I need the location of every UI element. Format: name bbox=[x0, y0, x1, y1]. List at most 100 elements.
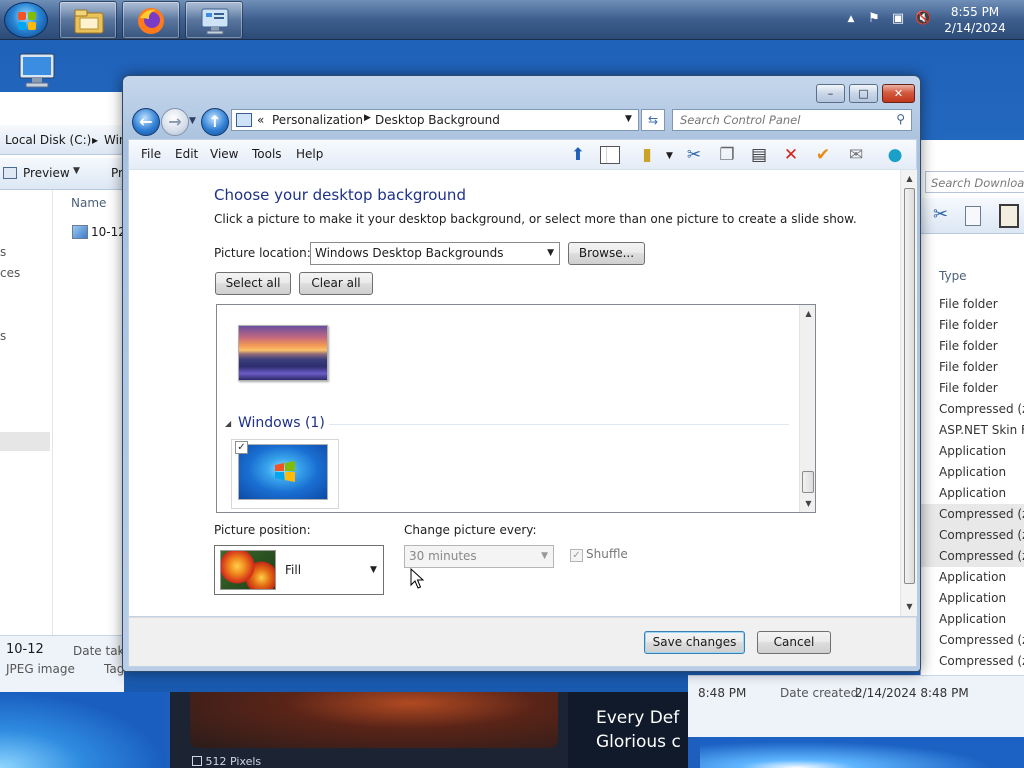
minimize-button[interactable]: – bbox=[816, 84, 845, 103]
type-cell[interactable]: ASP.NET Skin Fil bbox=[921, 420, 1024, 441]
menu-edit[interactable]: Edit bbox=[175, 147, 198, 161]
column-type-header[interactable]: Type bbox=[939, 269, 967, 283]
show-hidden-icons-arrow[interactable]: ▲ bbox=[844, 12, 858, 26]
preview-button[interactable]: Preview bbox=[23, 166, 70, 180]
shuffle-checkbox[interactable]: ✓ bbox=[570, 549, 583, 562]
computer-desktop-icon[interactable] bbox=[14, 50, 62, 92]
paste-icon[interactable]: ▤ bbox=[747, 144, 771, 166]
type-cell[interactable]: Compressed (zip bbox=[921, 525, 1024, 546]
up-button[interactable]: ↑ bbox=[201, 108, 229, 136]
close-button[interactable]: ✕ bbox=[882, 84, 915, 103]
new-folder-icon[interactable]: ▮ bbox=[635, 144, 659, 166]
check-icon[interactable]: ✔ bbox=[811, 144, 835, 166]
change-picture-interval-dropdown[interactable]: 30 minutes ▼ bbox=[404, 545, 554, 568]
taskbar-explorer-button[interactable] bbox=[59, 1, 117, 39]
copy-icon[interactable] bbox=[965, 206, 981, 226]
type-cell[interactable]: File folder bbox=[921, 378, 1024, 399]
paste-icon[interactable] bbox=[999, 204, 1019, 228]
volume-muted-icon[interactable]: 🔇 bbox=[915, 12, 931, 26]
page-scrollbar[interactable]: ▲ ▼ bbox=[900, 170, 917, 616]
clear-all-button[interactable]: Clear all bbox=[299, 272, 373, 295]
scroll-up-icon[interactable]: ▲ bbox=[800, 305, 815, 322]
type-cell[interactable]: File folder bbox=[921, 315, 1024, 336]
group-windows-header[interactable]: Windows (1) bbox=[238, 415, 325, 431]
address-dropdown-icon[interactable]: ▼ bbox=[625, 114, 632, 124]
network-icon[interactable]: ▣ bbox=[891, 12, 905, 26]
pane-icon[interactable] bbox=[598, 144, 622, 166]
type-cell[interactable]: Application bbox=[921, 441, 1024, 462]
breadcrumb-desktop-background[interactable]: Desktop Background bbox=[375, 113, 500, 127]
cut-icon[interactable]: ✂ bbox=[933, 204, 948, 225]
picture-list-scrollbar[interactable]: ▲ ▼ bbox=[799, 305, 815, 512]
windows-picture-checkbox[interactable]: ✓ bbox=[235, 441, 248, 454]
cut-icon[interactable]: ✂ bbox=[682, 144, 706, 166]
recent-pages-chevron-icon[interactable]: ▼ bbox=[189, 116, 196, 126]
type-cell[interactable]: Application bbox=[921, 588, 1024, 609]
menu-tools[interactable]: Tools bbox=[252, 147, 282, 161]
copy-icon[interactable]: ❐ bbox=[715, 144, 739, 166]
refresh-button[interactable]: ⇆ bbox=[641, 109, 665, 131]
search-icon[interactable]: ⚲ bbox=[896, 112, 905, 126]
menu-view[interactable]: View bbox=[210, 147, 238, 161]
downloads-search-box[interactable]: Search Downloads bbox=[925, 171, 1024, 193]
type-cell[interactable]: Application bbox=[921, 483, 1024, 504]
page-scroll-thumb[interactable] bbox=[904, 188, 915, 584]
maximize-button[interactable]: □ bbox=[849, 84, 878, 103]
search-control-panel-box[interactable]: ⚲ bbox=[672, 109, 912, 131]
picture-location-dropdown[interactable]: Windows Desktop Backgrounds ▼ bbox=[310, 242, 560, 265]
browse-button[interactable]: Browse... bbox=[568, 242, 645, 265]
breadcrumb-local-disk[interactable]: Local Disk (C:) bbox=[5, 133, 91, 147]
scroll-down-icon[interactable]: ▼ bbox=[800, 495, 815, 512]
type-cell[interactable]: Application bbox=[921, 609, 1024, 630]
nav-fragment-3[interactable]: s bbox=[0, 329, 6, 343]
save-changes-button[interactable]: Save changes bbox=[644, 631, 745, 654]
column-name-header[interactable]: Name bbox=[71, 196, 106, 210]
sunset-lake-thumbnail[interactable] bbox=[238, 325, 328, 381]
address-overflow-icon[interactable]: « bbox=[257, 113, 264, 127]
address-bar[interactable]: « Personalization ▶ Desktop Background ▼ bbox=[231, 109, 639, 131]
type-cell[interactable]: Compressed (zip bbox=[921, 630, 1024, 651]
menu-bar: File Edit View Tools Help ⬆ ▮ ▼ ✂ ❐ ▤ ✕ … bbox=[128, 139, 917, 169]
picture-list[interactable]: ◢ Windows (1) ✓ ▲ ▼ bbox=[216, 304, 816, 513]
menu-help[interactable]: Help bbox=[296, 147, 323, 161]
forward-button[interactable]: → bbox=[161, 108, 189, 136]
search-input[interactable] bbox=[673, 110, 883, 130]
type-cell[interactable]: File folder bbox=[921, 357, 1024, 378]
mail-icon[interactable]: ✉ bbox=[844, 144, 868, 166]
type-cell[interactable]: Compressed (zip bbox=[921, 399, 1024, 420]
taskbar-clock[interactable]: 8:55 PM 2/14/2024 bbox=[940, 4, 1010, 36]
up-folder-icon[interactable]: ⬆ bbox=[566, 144, 590, 166]
type-cell[interactable]: Compressed (zip bbox=[921, 651, 1024, 672]
action-center-flag-icon[interactable]: ⚑ bbox=[867, 12, 881, 26]
taskbar-control-panel-button[interactable] bbox=[185, 1, 243, 39]
windows-7-thumbnail[interactable] bbox=[238, 444, 328, 500]
type-cell[interactable]: File folder bbox=[921, 336, 1024, 357]
type-cell[interactable]: Compressed (zip bbox=[921, 546, 1024, 567]
breadcrumb-separator-icon: ▶ bbox=[364, 113, 371, 123]
scroll-thumb[interactable] bbox=[802, 471, 814, 493]
select-all-button[interactable]: Select all bbox=[215, 272, 291, 295]
file-name[interactable]: 10-12 bbox=[91, 225, 126, 239]
menu-file[interactable]: File bbox=[141, 147, 161, 161]
nav-fragment-1[interactable]: s bbox=[0, 245, 6, 259]
breadcrumb-personalization[interactable]: Personalization bbox=[272, 113, 363, 127]
content-area: Choose your desktop background Click a p… bbox=[128, 169, 917, 617]
nav-selected-row[interactable] bbox=[0, 432, 50, 451]
type-cell[interactable]: File folder bbox=[921, 294, 1024, 315]
globe-icon[interactable]: ● bbox=[883, 144, 907, 166]
page-scroll-down-icon[interactable]: ▼ bbox=[901, 598, 918, 615]
picture-position-dropdown[interactable]: Fill ▼ bbox=[214, 545, 384, 595]
nav-fragment-2[interactable]: ces bbox=[0, 266, 20, 280]
delete-icon[interactable]: ✕ bbox=[779, 144, 803, 166]
start-button[interactable] bbox=[4, 2, 48, 38]
back-button[interactable]: ← bbox=[132, 108, 160, 136]
type-cell[interactable]: Application bbox=[921, 462, 1024, 483]
group-collapse-icon[interactable]: ◢ bbox=[225, 419, 231, 428]
page-scroll-up-icon[interactable]: ▲ bbox=[901, 170, 918, 187]
cancel-button[interactable]: Cancel bbox=[757, 631, 831, 654]
new-folder-chevron-icon[interactable]: ▼ bbox=[666, 151, 673, 161]
type-cell[interactable]: Compressed (zip bbox=[921, 504, 1024, 525]
taskbar-firefox-button[interactable] bbox=[122, 1, 180, 39]
up-arrow-icon: ↑ bbox=[208, 112, 222, 131]
type-cell[interactable]: Application bbox=[921, 567, 1024, 588]
